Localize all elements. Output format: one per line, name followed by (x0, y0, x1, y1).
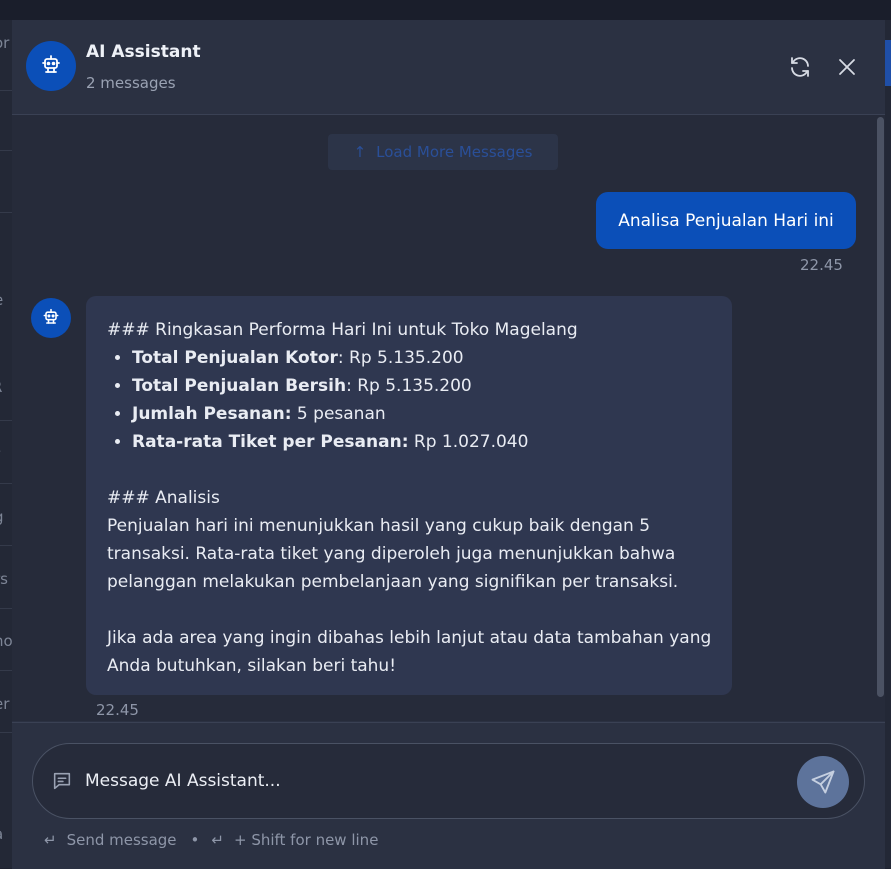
chat-panel: AI Assistant 2 messages ↑ Load More Mess… (12, 20, 885, 868)
summary-item: Total Penjualan Bersih: Rp 5.135.200 (132, 372, 717, 400)
close-button[interactable] (833, 53, 861, 81)
hint-separator: • (191, 831, 200, 849)
chat-header: AI Assistant 2 messages (12, 20, 885, 115)
user-message-text: Analisa Penjualan Hari ini (618, 211, 834, 231)
assistant-message-avatar (31, 298, 71, 338)
summary-item: Jumlah Pesanan: 5 pesanan (132, 400, 717, 428)
assistant-avatar (26, 41, 76, 91)
background-fragment: er (0, 695, 9, 713)
background-fragment: or (0, 34, 9, 52)
robot-icon (39, 54, 63, 78)
user-message-time: 22.45 (800, 256, 843, 274)
composer: ↵ Send message • ↵ + Shift for new line (12, 722, 885, 869)
enter-key-icon: ↵ (44, 831, 57, 849)
message-count: 2 messages (86, 74, 176, 92)
arrow-up-icon: ↑ (354, 143, 367, 161)
analysis-paragraph: Penjualan hari ini menunjukkan hasil yan… (107, 512, 717, 596)
message-input-container[interactable] (32, 743, 865, 819)
assistant-message-time: 22.45 (96, 701, 139, 719)
assistant-message-text: ### Ringkasan Performa Hari Ini untuk To… (107, 316, 717, 680)
input-hints: ↵ Send message • ↵ + Shift for new line (44, 831, 378, 849)
user-message-bubble: Analisa Penjualan Hari ini (596, 192, 856, 249)
background-edge (885, 20, 891, 868)
summary-item: Total Penjualan Kotor: Rp 5.135.200 (132, 344, 717, 372)
background-fragment: R (0, 378, 2, 396)
background-sidebar: or e R r g rs no er a (0, 20, 12, 868)
assistant-message-bubble: ### Ringkasan Performa Hari Ini untuk To… (86, 296, 732, 695)
scrollbar-thumb[interactable] (877, 117, 884, 697)
load-more-button[interactable]: ↑ Load More Messages (328, 134, 558, 170)
background-topbar (0, 0, 891, 20)
summary-heading: ### Ringkasan Performa Hari Ini untuk To… (107, 316, 717, 344)
background-fragment: rs (0, 570, 8, 588)
send-icon (809, 768, 837, 796)
background-fragment: no (0, 632, 12, 650)
message-icon (51, 770, 73, 792)
hint-newline: + Shift for new line (234, 831, 378, 849)
hint-send: Send message (67, 831, 177, 849)
summary-list: Total Penjualan Kotor: Rp 5.135.200 Tota… (107, 344, 717, 456)
analysis-heading: ### Analisis (107, 484, 717, 512)
robot-icon (41, 308, 61, 328)
background-fragment: a (0, 825, 3, 843)
background-fragment: g (0, 508, 4, 526)
load-more-label: Load More Messages (376, 143, 532, 161)
chat-title: AI Assistant (86, 42, 201, 62)
send-button[interactable] (797, 756, 849, 808)
message-list[interactable]: ↑ Load More Messages Analisa Penjualan H… (12, 115, 885, 721)
refresh-icon (788, 55, 812, 79)
enter-key-icon: ↵ (211, 831, 224, 849)
close-icon (837, 57, 857, 77)
closing-paragraph: Jika ada area yang ingin dibahas lebih l… (107, 624, 717, 680)
background-fragment: e (0, 291, 3, 309)
refresh-button[interactable] (786, 53, 814, 81)
message-input[interactable] (83, 760, 787, 802)
message-scrollbar[interactable] (876, 115, 885, 721)
summary-item: Rata-rata Tiket per Pesanan: Rp 1.027.04… (132, 428, 717, 456)
